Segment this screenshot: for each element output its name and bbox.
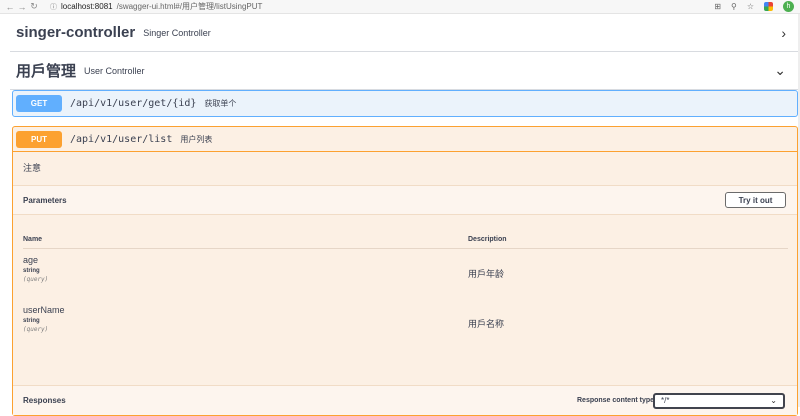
parameter-type: string <box>23 268 40 274</box>
method-badge-put: PUT <box>16 130 62 148</box>
response-content-type-value: */* <box>661 396 670 405</box>
info-icon[interactable]: ⓘ <box>50 2 57 12</box>
parameters-table-header: Name Description <box>23 231 788 249</box>
operation-path: /api/v1/user/get/{id} <box>70 98 197 109</box>
tag-user-management[interactable]: 用戶管理 User Controller ⌄ <box>10 52 800 90</box>
response-content-type-select[interactable]: */* ⌄ <box>653 392 785 409</box>
chevron-right-icon[interactable]: › <box>781 25 786 41</box>
parameter-type: string <box>23 318 40 324</box>
tag-title: 用戶管理 <box>16 63 77 80</box>
chevron-down-icon[interactable]: ⌄ <box>774 62 786 79</box>
parameters-header: Parameters Try it out <box>13 185 797 215</box>
operation-put-user-list: PUT /api/v1/user/list 用户列表 注意 Parameters… <box>12 126 798 416</box>
bookmark-star-icon[interactable]: ☆ <box>747 2 754 11</box>
address-bar[interactable]: ⓘ localhost:8081/swagger-ui.html#/用户管理/l… <box>50 1 262 12</box>
chevron-down-icon: ⌄ <box>770 396 777 405</box>
responses-title: Responses <box>23 396 66 405</box>
parameters-title: Parameters <box>23 195 67 205</box>
parameter-row: userName string (query) 用戶名称 <box>23 305 788 353</box>
column-description: Description <box>468 236 507 243</box>
parameter-name: age <box>23 255 39 265</box>
translate-icon[interactable]: ⊞ <box>714 2 721 11</box>
parameter-row: age string (query) 用戶年龄 <box>23 255 788 303</box>
zoom-icon[interactable]: ⚲ <box>731 2 737 11</box>
parameter-description: 用戶年龄 <box>468 269 505 279</box>
url-path: /swagger-ui.html#/用户管理/listUsingPUT <box>116 2 263 11</box>
operation-summary-text: 获取单个 <box>204 99 237 108</box>
column-name: Name <box>23 236 43 243</box>
browser-toolbar: ← → ↻ ⓘ localhost:8081/swagger-ui.html#/… <box>0 0 800 14</box>
operation-description: 注意 <box>23 163 42 173</box>
tag-description: Singer Controller <box>143 27 211 38</box>
tag-singer-controller[interactable]: singer-controller Singer Controller › <box>10 14 800 52</box>
url-host: localhost:8081 <box>61 2 113 11</box>
method-badge-get: GET <box>16 95 62 112</box>
back-arrow-icon[interactable]: ← <box>4 2 16 12</box>
reload-icon[interactable]: ↻ <box>28 1 40 12</box>
operation-path: /api/v1/user/list <box>70 133 173 145</box>
operation-summary[interactable]: GET /api/v1/user/get/{id} 获取单个 <box>13 91 797 116</box>
forward-arrow-icon[interactable]: → <box>16 2 28 12</box>
extension-icon[interactable] <box>764 2 773 11</box>
profile-avatar[interactable]: h <box>783 1 794 12</box>
try-it-out-button[interactable]: Try it out <box>725 192 786 208</box>
parameter-location: (query) <box>23 326 49 333</box>
parameter-location: (query) <box>23 276 49 283</box>
responses-header: Responses Response content type */* ⌄ <box>13 385 797 415</box>
parameter-name: userName <box>23 305 65 315</box>
response-content-type-label: Response content type <box>577 397 655 404</box>
operation-summary-text: 用户列表 <box>180 134 213 144</box>
operation-summary[interactable]: PUT /api/v1/user/list 用户列表 <box>13 127 797 152</box>
tag-title: singer-controller <box>16 24 136 41</box>
parameter-description: 用戶名称 <box>468 319 505 329</box>
operation-get-user[interactable]: GET /api/v1/user/get/{id} 获取单个 <box>12 90 798 117</box>
tag-description: User Controller <box>84 65 145 76</box>
